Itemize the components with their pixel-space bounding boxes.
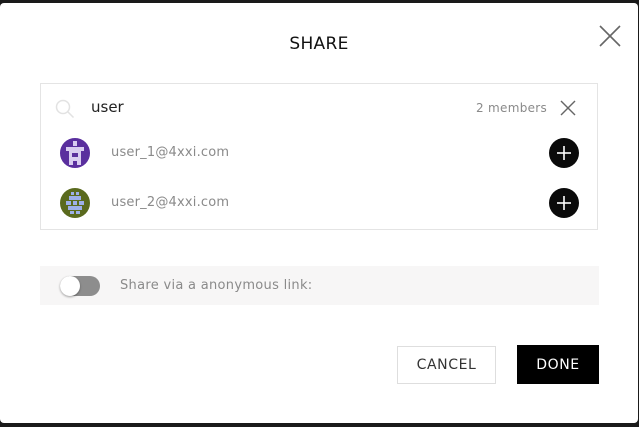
user-email: user_2@4xxi.com — [111, 195, 230, 210]
avatar — [60, 188, 90, 218]
clear-search-button[interactable] — [560, 100, 576, 116]
add-user-button[interactable] — [549, 138, 579, 168]
search-row: 2 members — [41, 84, 597, 130]
member-count: 2 members — [476, 101, 548, 115]
search-icon — [55, 99, 75, 119]
search-input[interactable] — [91, 96, 391, 118]
user-row: user_2@4xxi.com — [41, 180, 597, 226]
add-user-button[interactable] — [549, 188, 579, 218]
plus-icon — [557, 146, 571, 160]
plus-icon — [557, 196, 571, 210]
avatar — [60, 138, 90, 168]
user-email: user_1@4xxi.com — [111, 145, 230, 160]
user-row: user_1@4xxi.com — [41, 130, 597, 176]
dialog-title: SHARE — [289, 34, 349, 54]
share-dialog: SHARE 2 members — [0, 3, 638, 423]
close-icon — [560, 100, 576, 116]
anonymous-link-row: Share via a anonymous link: — [40, 266, 599, 305]
anonymous-link-toggle[interactable] — [60, 276, 100, 296]
done-button[interactable]: DONE — [517, 345, 599, 384]
member-search-panel: 2 members — [40, 83, 598, 230]
toggle-knob — [60, 276, 80, 296]
anonymous-link-label: Share via a anonymous link: — [120, 278, 313, 293]
cancel-button[interactable]: CANCEL — [397, 346, 496, 384]
